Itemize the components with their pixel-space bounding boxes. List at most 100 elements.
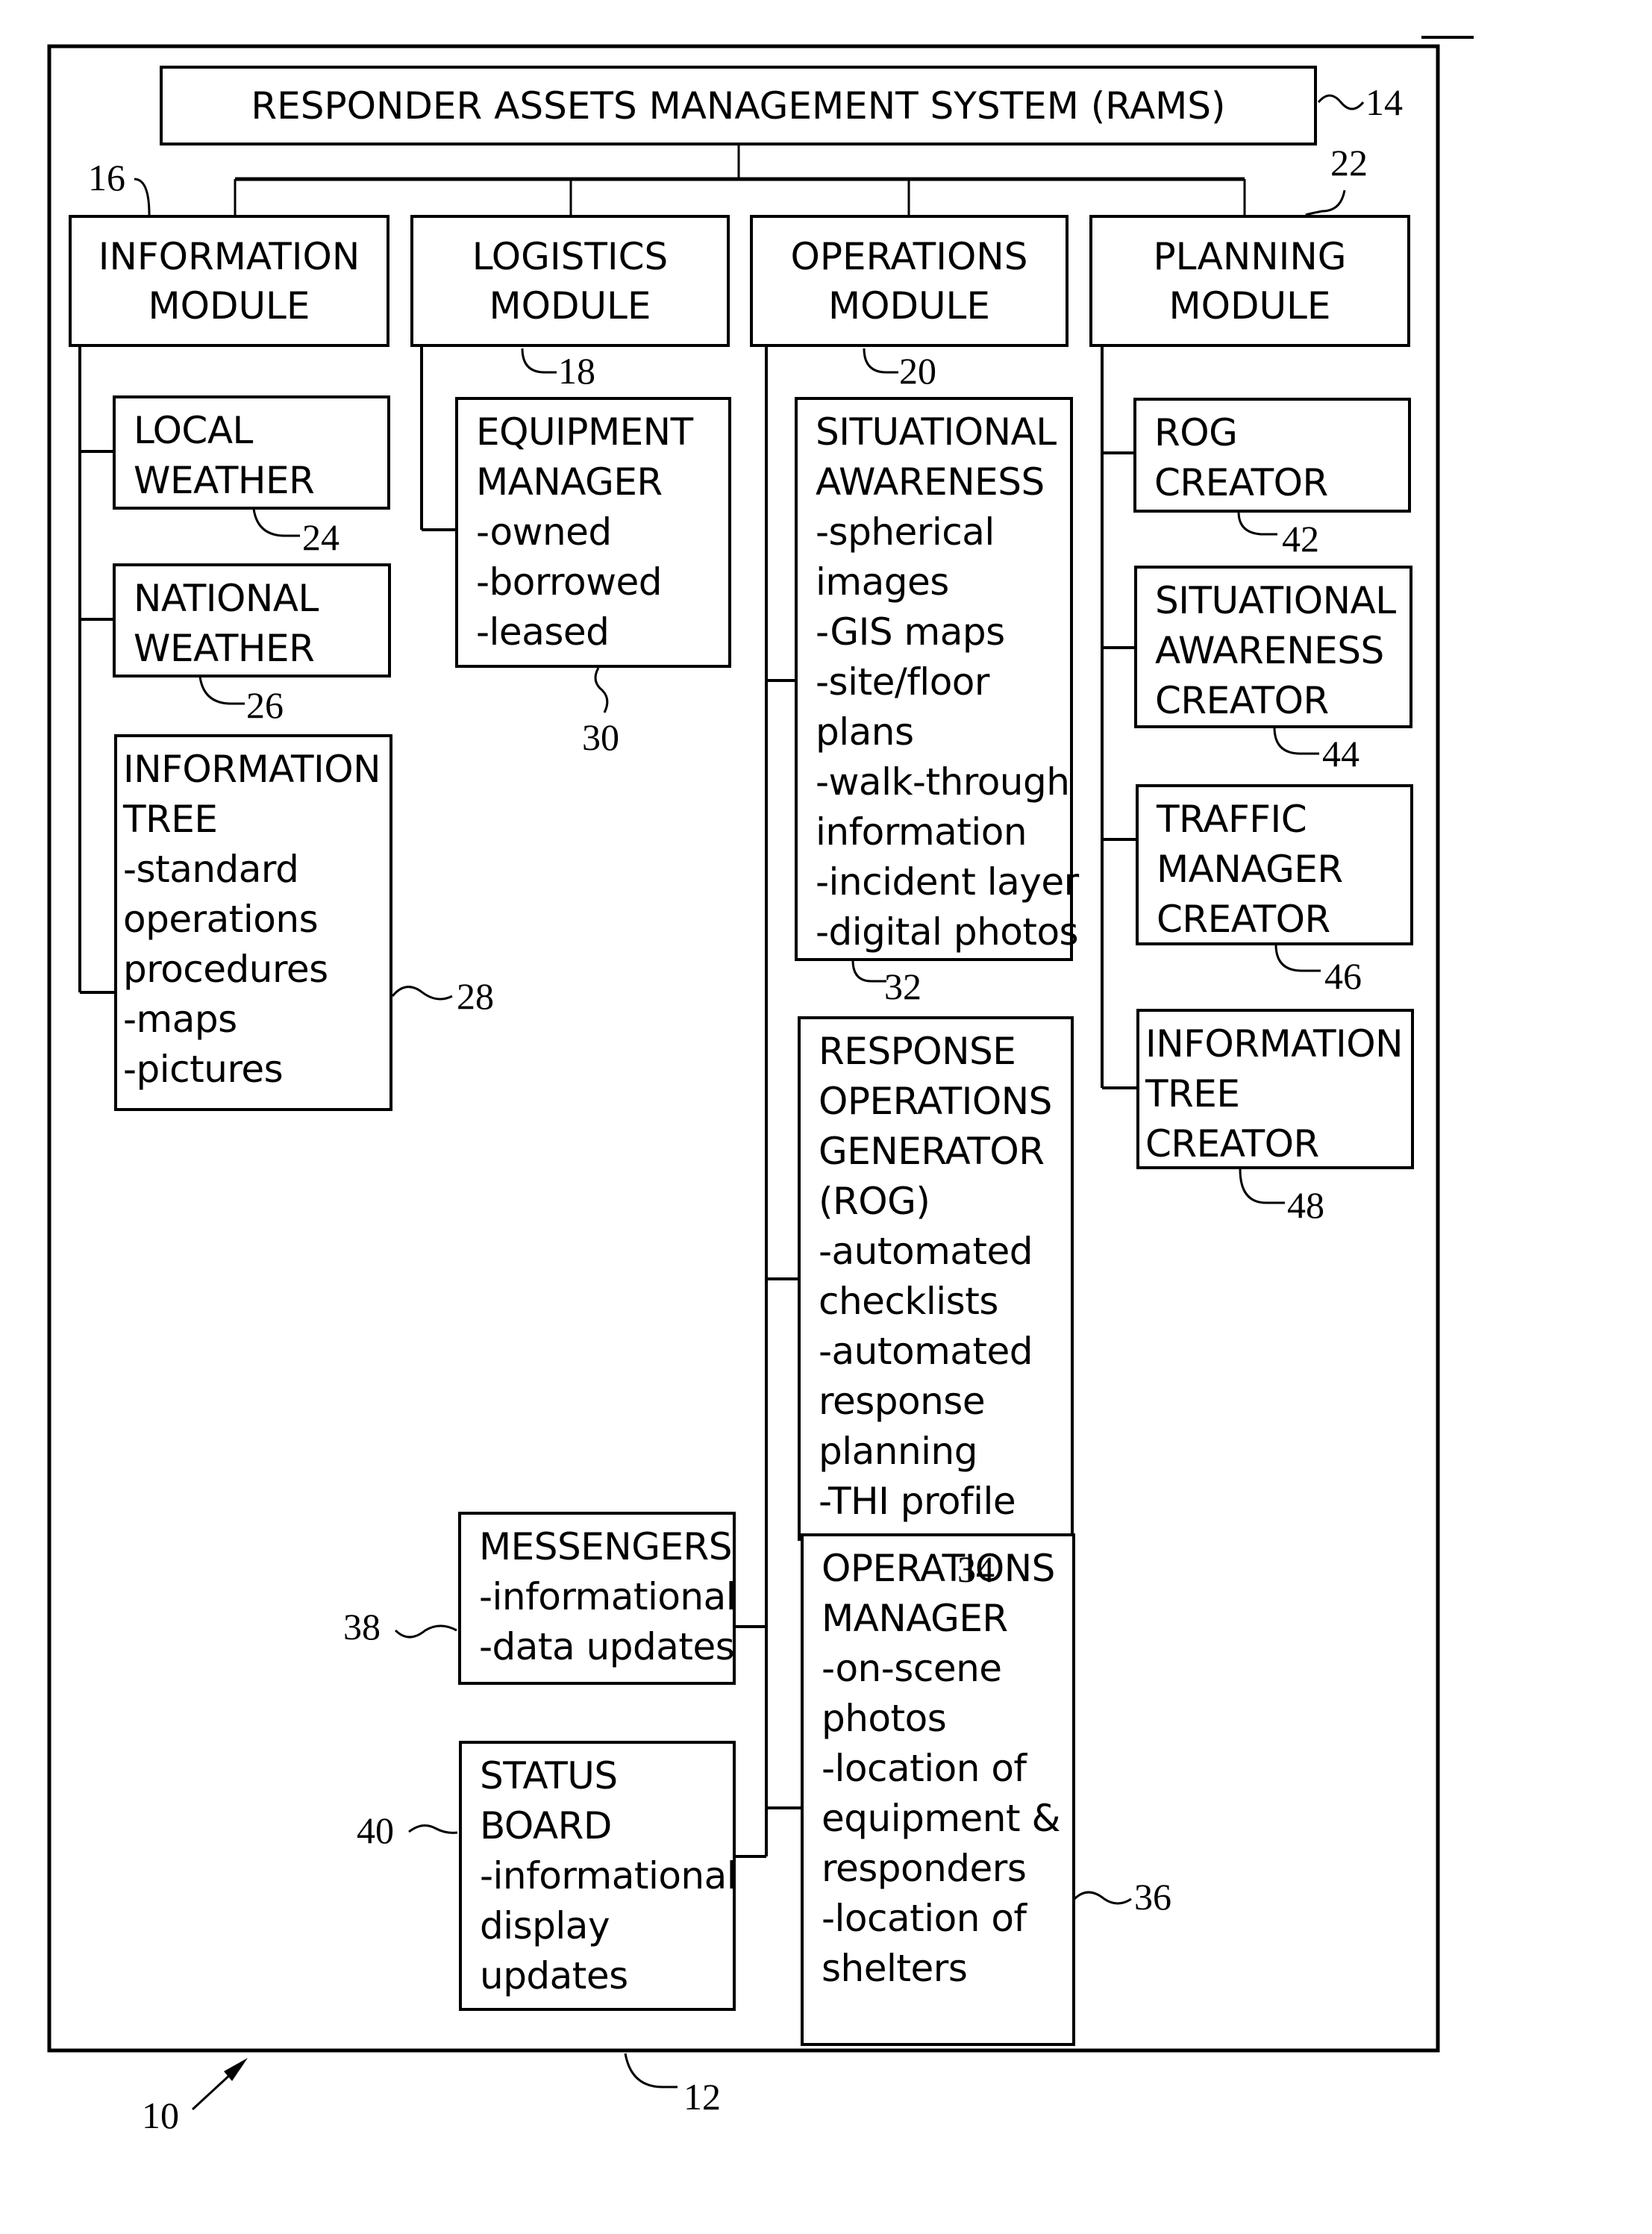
component-text-line: WEATHER — [134, 459, 315, 502]
ref-30: 30 — [582, 716, 619, 758]
component-text: INFORMATION TREE -standard operations proced… — [123, 745, 381, 1095]
component-text: EQUIPMENT MANAGER -owned -borrowed -leased — [476, 407, 693, 657]
component-text-line: LOCAL — [134, 409, 253, 452]
leader-38 — [394, 1624, 457, 1639]
component-text-line: GENERATOR — [819, 1130, 1045, 1173]
component-text-line: TRAFFIC — [1157, 798, 1307, 841]
component-text-line: -informational — [479, 1575, 736, 1618]
component-text-line: NATIONAL — [134, 577, 319, 620]
ref-20: 20 — [899, 350, 936, 392]
component-text-line: INFORMATION — [123, 748, 381, 791]
component-text: STATUS BOARD -informational display updates — [480, 1751, 737, 2001]
component-text: LOCAL WEATHER — [134, 406, 315, 506]
component-text-line: AWARENESS — [816, 460, 1045, 504]
component-text-line: -leased — [476, 610, 610, 654]
component-text-line: -owned — [476, 510, 612, 554]
component-text-line: -automated — [819, 1230, 1033, 1273]
component-text-line: STATUS — [480, 1754, 618, 1797]
operations-module-box: OPERATIONS MODULE — [750, 215, 1069, 347]
component-text-line: CREATOR — [1145, 1122, 1319, 1166]
ref-18: 18 — [558, 350, 595, 392]
leader-20 — [863, 348, 898, 374]
ref-14: 14 — [1365, 81, 1403, 123]
component-text-line: -maps — [123, 998, 237, 1041]
ref-48: 48 — [1287, 1184, 1324, 1226]
ref-38: 38 — [343, 1606, 381, 1648]
component-text-line: display — [480, 1904, 610, 1947]
component-text-line: -incident layer — [816, 860, 1079, 904]
planning-module-box: PLANNING MODULE — [1089, 215, 1410, 347]
component-text-line: information — [816, 810, 1027, 854]
ref-34: 34 — [957, 1548, 995, 1590]
component-text-line: OPERATIONS — [822, 1547, 1055, 1590]
operations-manager-box: OPERATIONS MANAGER -on-scene photos -locatio… — [801, 1533, 1075, 2046]
component-text-line: OPERATIONS — [819, 1080, 1052, 1123]
leader-16 — [134, 178, 151, 216]
component-text: MESSENGERS -informational -data updates — [479, 1522, 736, 1672]
component-text-line: photos — [822, 1697, 947, 1740]
ref-28: 28 — [457, 975, 494, 1017]
situational-awareness-creator-box: SITUATIONAL AWARENESS CREATOR — [1134, 566, 1412, 728]
component-text-line: MANAGER — [1157, 848, 1343, 891]
component-text: SITUATIONAL AWARENESS CREATOR — [1155, 576, 1396, 726]
component-text: SITUATIONAL AWARENESS -spherical images -GIS… — [816, 407, 1079, 957]
leader-46 — [1274, 944, 1321, 972]
component-text-line: -location of — [822, 1747, 1027, 1790]
ref-46: 46 — [1324, 955, 1362, 997]
component-text-line: shelters — [822, 1947, 968, 1990]
status-board-box: STATUS BOARD -informational display updates — [459, 1741, 737, 2011]
leader-12 — [624, 2053, 678, 2088]
component-text-line: -data updates — [479, 1625, 735, 1668]
leader-30 — [594, 667, 609, 713]
leader-28 — [391, 986, 453, 1001]
component-text: TRAFFIC MANAGER CREATOR — [1157, 795, 1343, 945]
information-tree-creator-box: INFORMATION TREE CREATOR — [1136, 1009, 1414, 1169]
component-text-line: MANAGER — [476, 460, 663, 504]
component-text-line: -informational — [480, 1854, 737, 1897]
component-text: ROG CREATOR — [1154, 408, 1328, 508]
ref-10: 10 — [142, 2094, 179, 2136]
component-text-line: SITUATIONAL — [816, 410, 1057, 454]
ref-24: 24 — [302, 516, 340, 558]
component-text: NATIONAL WEATHER — [134, 574, 319, 674]
ref-32: 32 — [884, 966, 922, 1007]
component-text-line: RESPONSE — [819, 1030, 1016, 1073]
leader-26 — [198, 676, 245, 705]
component-text-line: plans — [816, 710, 914, 754]
component-text-line: -standard — [123, 848, 299, 891]
component-text-line: TREE — [1145, 1072, 1240, 1116]
component-text-line: -spherical — [816, 510, 995, 554]
component-text-line: AWARENESS — [1155, 629, 1384, 672]
component-text-line: -pictures — [123, 1048, 284, 1091]
component-text-line: WEATHER — [134, 627, 315, 670]
component-text: INFORMATION TREE CREATOR — [1145, 1019, 1404, 1169]
component-text-line: procedures — [123, 948, 328, 991]
rams-root-label: RESPONDER ASSETS MANAGEMENT SYSTEM (RAMS… — [251, 84, 1226, 128]
ref-44: 44 — [1322, 733, 1360, 775]
leader-14 — [1317, 94, 1365, 110]
leader-36 — [1073, 1891, 1132, 1905]
component-text-line: -borrowed — [476, 560, 662, 604]
component-text-line: CREATOR — [1155, 679, 1329, 722]
ref-12: 12 — [683, 2076, 721, 2118]
component-text-line: images — [816, 560, 949, 604]
component-text-line: ROG — [1154, 411, 1238, 454]
component-text-line: CREATOR — [1154, 461, 1328, 504]
information-tree-box: INFORMATION TREE -standard operations proced… — [114, 734, 392, 1111]
ref-40: 40 — [357, 1809, 394, 1851]
component-text-line: responders — [822, 1847, 1027, 1890]
situational-awareness-box: SITUATIONAL AWARENESS -spherical images -GIS… — [795, 397, 1079, 961]
component-text-line: INFORMATION — [1145, 1022, 1404, 1066]
leader-22 — [1305, 190, 1346, 216]
component-text-line: -on-scene — [822, 1647, 1002, 1690]
leader-40 — [408, 1824, 458, 1834]
component-text-line: (ROG) — [819, 1180, 930, 1223]
traffic-manager-creator-box: TRAFFIC MANAGER CREATOR — [1136, 784, 1413, 945]
component-text-line: BOARD — [480, 1804, 612, 1847]
component-text-line: -digital photos — [816, 910, 1079, 954]
component-text-line: MESSENGERS — [479, 1525, 733, 1568]
messengers-box: MESSENGERS -informational -data updates — [458, 1512, 736, 1685]
component-text: OPERATIONS MANAGER -on-scene photos -locatio… — [822, 1544, 1060, 1994]
ref-42: 42 — [1282, 518, 1319, 560]
rog-creator-box: ROG CREATOR — [1133, 398, 1411, 513]
